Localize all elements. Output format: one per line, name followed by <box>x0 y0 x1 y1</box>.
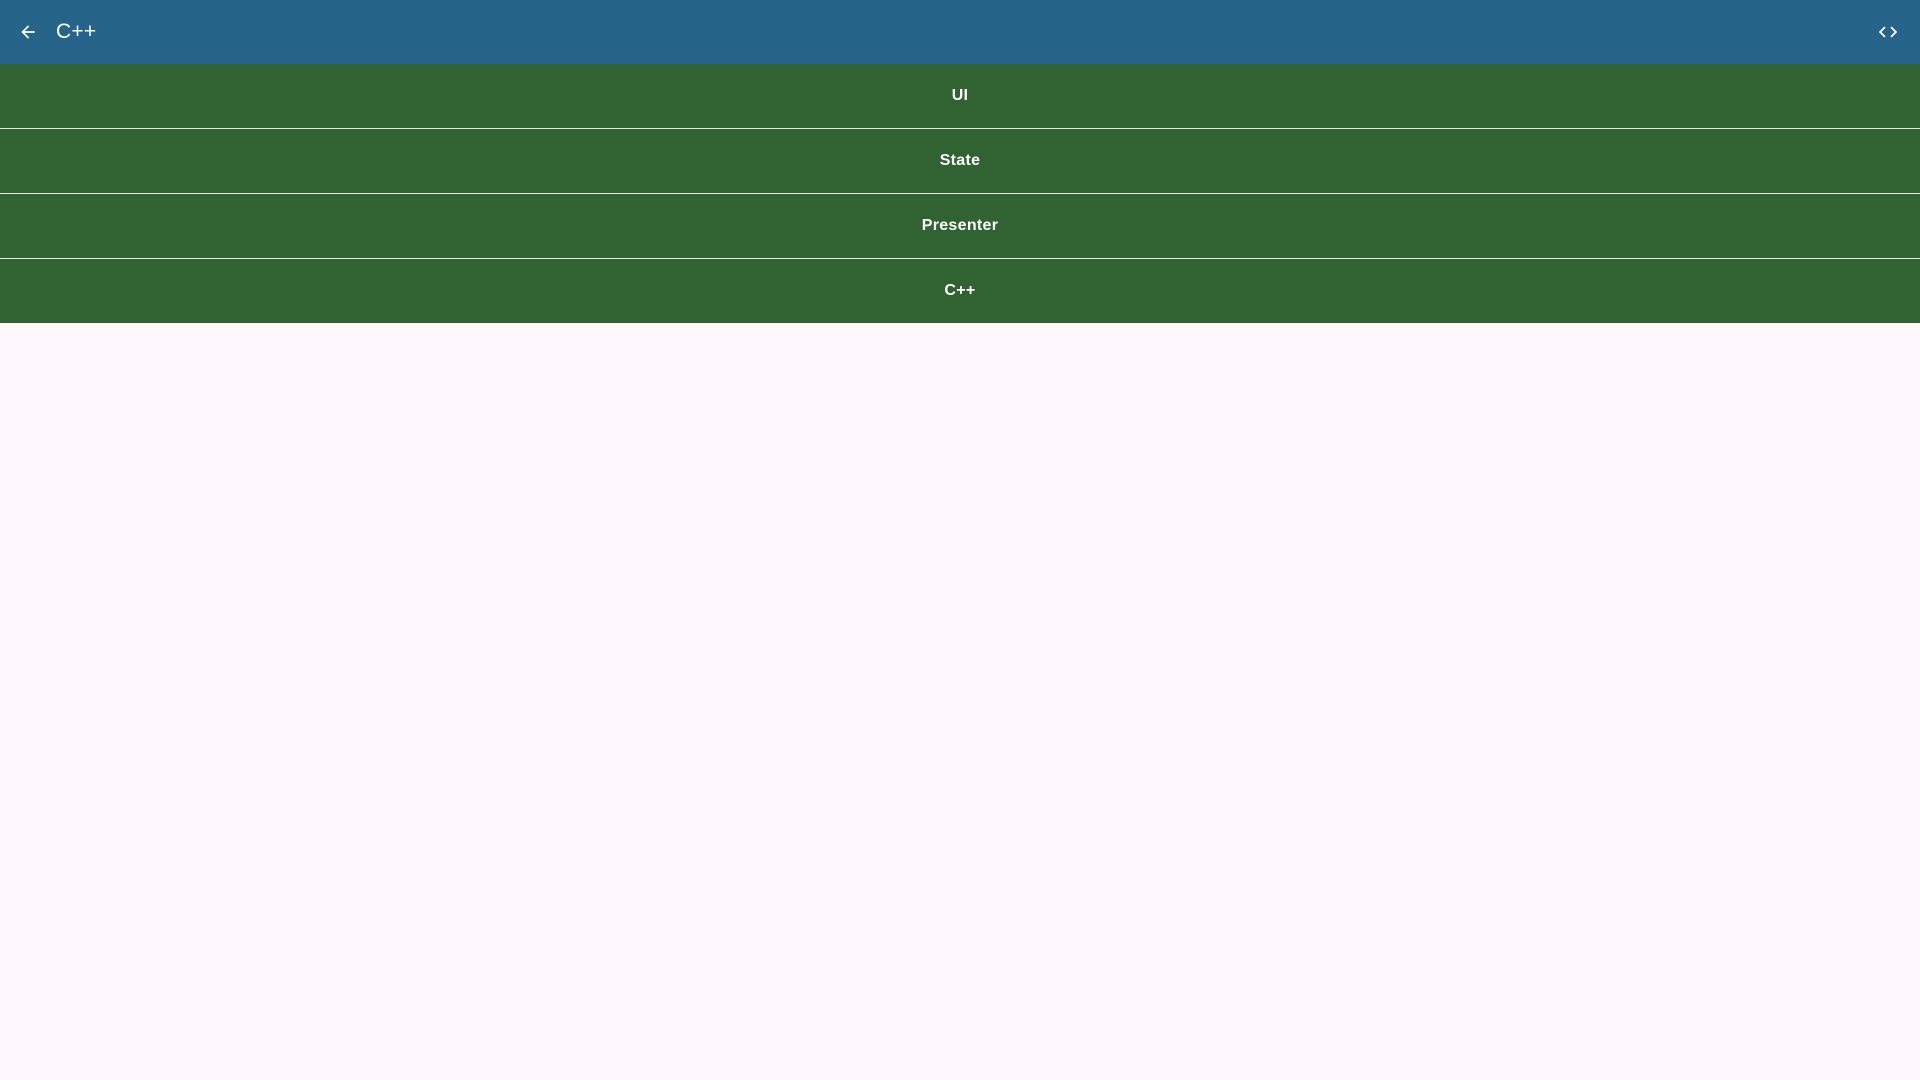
app-bar: C++ <box>0 0 1920 64</box>
code-view-button[interactable] <box>1856 0 1920 64</box>
list-item-state[interactable]: State <box>0 129 1920 193</box>
list-item-label: C++ <box>944 282 976 299</box>
page-title: C++ <box>56 20 97 43</box>
nav-list: UI State Presenter C++ <box>0 64 1920 323</box>
list-item-cpp[interactable]: C++ <box>0 259 1920 323</box>
list-item-ui[interactable]: UI <box>0 64 1920 128</box>
arrow-left-icon <box>21 25 35 39</box>
list-item-label: UI <box>951 87 969 104</box>
code-icon <box>1878 26 1898 38</box>
list-item-presenter[interactable]: Presenter <box>0 194 1920 258</box>
list-item-label: Presenter <box>921 217 999 234</box>
list-item-label: State <box>939 152 981 169</box>
back-button[interactable] <box>0 0 56 64</box>
